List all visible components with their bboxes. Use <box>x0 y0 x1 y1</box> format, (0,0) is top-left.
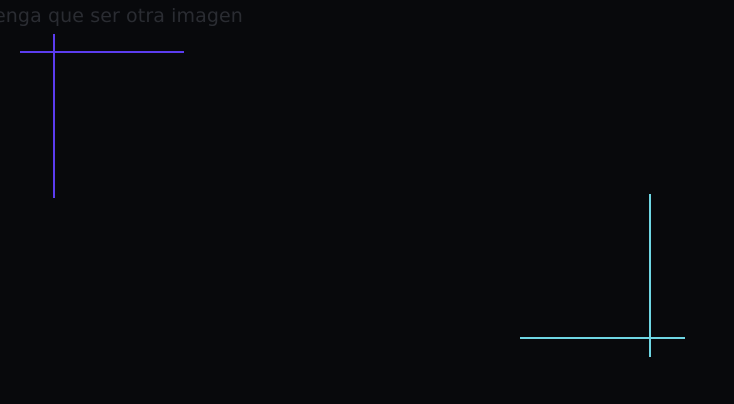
faded-caption-text: enga que ser otra imagen <box>0 5 243 27</box>
crosshair-vertical-line <box>649 194 651 357</box>
crosshair-vertical-line <box>53 34 55 198</box>
canvas: enga que ser otra imagen <box>0 0 734 404</box>
crosshair-horizontal-line <box>520 337 685 339</box>
crosshair-horizontal-line <box>20 51 184 53</box>
